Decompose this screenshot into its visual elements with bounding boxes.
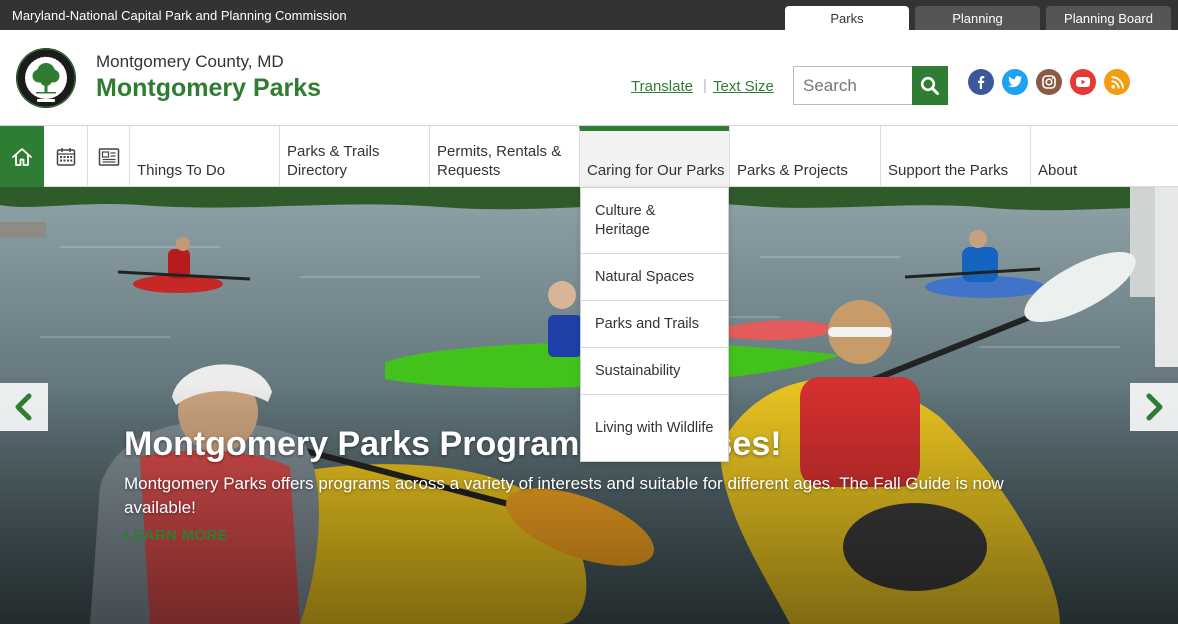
montgomery-parks-logo[interactable] (15, 47, 77, 109)
chevron-left-icon (15, 393, 32, 421)
nav-parks-trails-directory[interactable]: Parks & Trails Directory (279, 126, 430, 187)
tab-planning[interactable]: Planning (915, 6, 1040, 30)
tab-parks[interactable]: Parks (785, 6, 909, 30)
org-name: Maryland-National Capital Park and Plann… (12, 8, 347, 23)
nav-news[interactable] (88, 126, 130, 187)
facebook-icon[interactable] (968, 69, 994, 95)
dropdown-item-parks-and-trails[interactable]: Parks and Trails (581, 301, 728, 348)
dropdown-item-living-with-wildlife[interactable]: Living with Wildlife (581, 395, 728, 461)
learn-more-link[interactable]: LEARN MORE (124, 527, 228, 544)
link-divider: | (703, 77, 707, 94)
text-size-link[interactable]: Text Size (713, 78, 774, 95)
carousel-next-button[interactable] (1130, 383, 1178, 431)
dropdown-item-sustainability[interactable]: Sustainability (581, 348, 728, 395)
dropdown-item-natural-spaces[interactable]: Natural Spaces (581, 254, 728, 301)
calendar-icon (56, 147, 75, 166)
search-button[interactable] (912, 66, 948, 105)
nav-about[interactable]: About (1030, 126, 1178, 187)
youtube-icon[interactable] (1070, 69, 1096, 95)
nav-calendar[interactable] (44, 126, 88, 187)
hero-description: Montgomery Parks offers programs across … (124, 474, 1004, 517)
nav-things-to-do[interactable]: Things To Do (129, 126, 280, 187)
site-header: Montgomery County, MD Montgomery Parks T… (0, 30, 1178, 126)
carousel-prev-button[interactable] (0, 383, 48, 431)
nav-support-the-parks[interactable]: Support the Parks (880, 126, 1031, 187)
nav-parks-projects[interactable]: Parks & Projects (729, 126, 881, 187)
chevron-right-icon (1146, 393, 1163, 421)
search-icon (920, 76, 939, 95)
main-nav: Things To Do Parks & Trails Directory Pe… (0, 126, 1178, 187)
news-icon (98, 147, 119, 166)
nav-permits-rentals-requests[interactable]: Permits, Rentals & Requests (429, 126, 580, 187)
site-title[interactable]: Montgomery Parks (96, 74, 321, 103)
home-icon (12, 147, 32, 166)
caring-for-our-parks-dropdown: Culture & Heritage Natural Spaces Parks … (580, 187, 729, 462)
twitter-icon[interactable] (1002, 69, 1028, 95)
county-label: Montgomery County, MD (96, 52, 284, 71)
rss-icon[interactable] (1104, 69, 1130, 95)
utility-bar: Maryland-National Capital Park and Plann… (0, 0, 1178, 30)
nav-caring-for-our-parks[interactable]: Caring for Our Parks (579, 126, 730, 187)
search-input[interactable] (793, 66, 913, 105)
instagram-icon[interactable] (1036, 69, 1062, 95)
translate-link[interactable]: Translate (631, 78, 693, 95)
nav-home[interactable] (0, 126, 44, 187)
dropdown-item-culture-heritage[interactable]: Culture & Heritage (581, 188, 728, 254)
tab-planning-board[interactable]: Planning Board (1046, 6, 1171, 30)
